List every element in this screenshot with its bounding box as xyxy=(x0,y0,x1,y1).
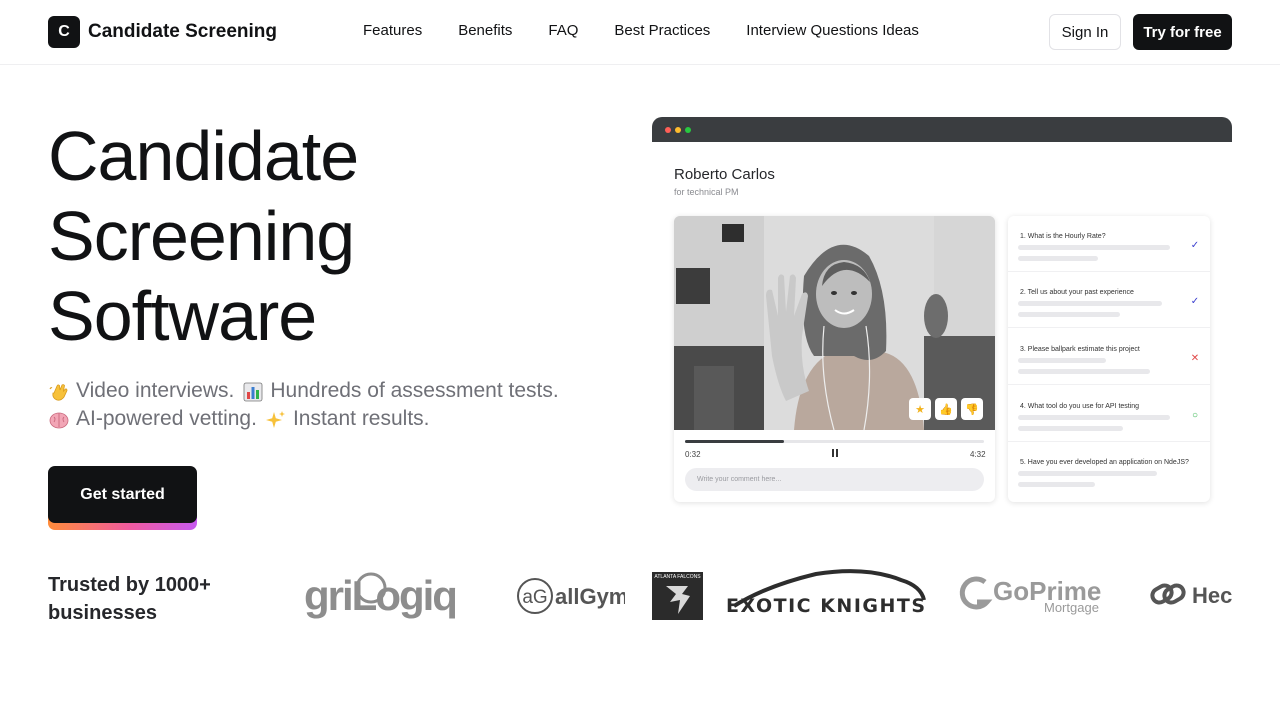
brain-icon xyxy=(49,412,69,429)
close-dot xyxy=(665,127,671,133)
get-started-button[interactable]: Get started xyxy=(48,466,197,530)
question-item[interactable]: 2. Tell us about your past experience ✓ xyxy=(1008,272,1210,328)
sign-in-button[interactable]: Sign In xyxy=(1049,14,1121,50)
app-preview: Roberto Carlos for technical PM ★ 👍 👎 0:… xyxy=(652,117,1232,517)
hero-title-line: Software xyxy=(48,277,317,355)
exotic-knights-mark: EXOTIC KNIGHTS xyxy=(726,569,926,617)
hero-subtitle-line-1: Video interviews. Hundreds of assessment… xyxy=(48,379,559,403)
allgym-mark: aG allGym xyxy=(517,578,625,614)
check-icon: ✓ xyxy=(1190,296,1200,307)
falcons-mark: ATLANTA FALCONS xyxy=(652,572,703,620)
subtitle-instant-results: Instant results. xyxy=(292,407,430,430)
answer-placeholder-line xyxy=(1018,358,1106,363)
exotic-knights-logo: EXOTIC KNIGHTS xyxy=(726,566,926,626)
hero-subtitle-line-2: AI-powered vetting. Instant results. xyxy=(48,407,430,431)
video-player-card: ★ 👍 👎 0:32 4:32 Write your comment here.… xyxy=(674,216,995,502)
svg-text:Hec: Hec xyxy=(1192,583,1232,608)
thumbs-up-icon[interactable]: 👍 xyxy=(935,398,957,420)
subtitle-ai-vetting: AI-powered vetting. xyxy=(76,407,257,430)
svg-text:ATLANTA FALCONS: ATLANTA FALCONS xyxy=(654,574,701,580)
window-titlebar xyxy=(652,117,1232,142)
brand-name: Candidate Screening xyxy=(88,21,277,42)
agrilogiq-mark: griLogiq xyxy=(304,572,458,619)
questions-list: 1. What is the Hourly Rate? ✓ 2. Tell us… xyxy=(1008,216,1210,502)
svg-text:Mortgage: Mortgage xyxy=(1044,600,1099,615)
nav-benefits[interactable]: Benefits xyxy=(458,22,512,39)
question-item[interactable]: 5. Have you ever developed an applicatio… xyxy=(1008,442,1210,498)
question-item[interactable]: 4. What tool do you use for API testing … xyxy=(1008,386,1210,442)
thumbs-down-icon[interactable]: 👎 xyxy=(961,398,983,420)
try-free-button[interactable]: Try for free xyxy=(1133,14,1232,50)
subtitle-video: Video interviews. xyxy=(76,379,235,402)
answer-placeholder-line xyxy=(1018,482,1095,487)
answer-placeholder-line xyxy=(1018,426,1123,431)
hero-title-line: Candidate xyxy=(48,117,359,195)
answer-placeholder-line xyxy=(1018,312,1120,317)
answer-placeholder-line xyxy=(1018,471,1157,476)
logo-strip: griLogiq aG allGym ATLANTA FALCONS EXOTI… xyxy=(304,566,1232,626)
answer-placeholder-line xyxy=(1018,256,1098,261)
question-text: 2. Tell us about your past experience xyxy=(1020,289,1134,296)
svg-text:allGym: allGym xyxy=(555,584,625,609)
nav-features[interactable]: Features xyxy=(363,22,422,39)
current-time: 0:32 xyxy=(685,450,701,459)
question-item[interactable]: 3. Please ballpark estimate this project… xyxy=(1008,329,1210,385)
nav-faq[interactable]: FAQ xyxy=(548,22,578,39)
question-text: 5. Have you ever developed an applicatio… xyxy=(1020,459,1189,466)
total-time: 4:32 xyxy=(970,450,986,459)
atlanta-falcons-logo: ATLANTA FALCONS xyxy=(652,566,703,626)
sparkles-icon xyxy=(265,411,285,428)
answer-placeholder-line xyxy=(1018,245,1170,250)
waving-hand-icon xyxy=(49,384,68,401)
answer-placeholder-line xyxy=(1018,415,1170,420)
minimize-dot xyxy=(675,127,681,133)
check-icon: ✓ xyxy=(1190,240,1200,251)
goprime-mortgage-logo: GoPrime Mortgage xyxy=(955,566,1111,626)
question-text: 1. What is the Hourly Rate? xyxy=(1020,233,1106,240)
site-header: C Candidate Screening Features Benefits … xyxy=(0,0,1280,65)
bar-chart-icon xyxy=(243,382,263,402)
candidate-name: Roberto Carlos xyxy=(674,166,775,183)
candidate-role: for technical PM xyxy=(674,187,739,197)
main-nav: Features Benefits FAQ Best Practices Int… xyxy=(363,22,919,39)
goprime-mark: GoPrime Mortgage xyxy=(959,576,1101,615)
nav-interview-questions[interactable]: Interview Questions Ideas xyxy=(746,22,919,39)
brand-logo: C xyxy=(48,16,80,48)
answer-placeholder-line xyxy=(1018,369,1150,374)
playback-progress-fill xyxy=(685,440,784,443)
hero-title-line: Screening xyxy=(48,197,355,275)
subtitle-assessments: Hundreds of assessment tests. xyxy=(270,379,559,402)
nav-best-practices[interactable]: Best Practices xyxy=(614,22,710,39)
svg-text:EXOTIC KNIGHTS: EXOTIC KNIGHTS xyxy=(726,595,926,617)
hec-logo: Hec xyxy=(1150,566,1232,626)
agrilogiq-logo: griLogiq xyxy=(304,566,486,626)
pause-icon[interactable] xyxy=(832,449,838,457)
question-text: 3. Please ballpark estimate this project xyxy=(1020,346,1140,353)
pending-circle-icon: ○ xyxy=(1191,410,1199,421)
brand[interactable]: C Candidate Screening xyxy=(48,16,277,48)
playback-progress[interactable] xyxy=(685,440,984,443)
allgym-logo: aG allGym xyxy=(517,566,625,626)
answer-placeholder-line xyxy=(1018,301,1162,306)
comment-input[interactable]: Write your comment here... xyxy=(685,468,984,491)
svg-text:aG: aG xyxy=(522,587,547,608)
app-body: Roberto Carlos for technical PM ★ 👍 👎 0:… xyxy=(652,142,1232,517)
get-started-label: Get started xyxy=(48,466,197,523)
cross-icon: ✕ xyxy=(1190,353,1200,364)
question-item[interactable]: 1. What is the Hourly Rate? ✓ xyxy=(1008,216,1210,272)
question-text: 4. What tool do you use for API testing xyxy=(1020,403,1140,410)
hero-title: Candidate Screening Software xyxy=(48,116,568,356)
maximize-dot xyxy=(685,127,691,133)
trusted-by-heading: Trusted by 1000+ businesses xyxy=(48,574,211,624)
star-reaction-icon[interactable]: ★ xyxy=(909,398,931,420)
hec-mark: Hec xyxy=(1150,583,1232,608)
